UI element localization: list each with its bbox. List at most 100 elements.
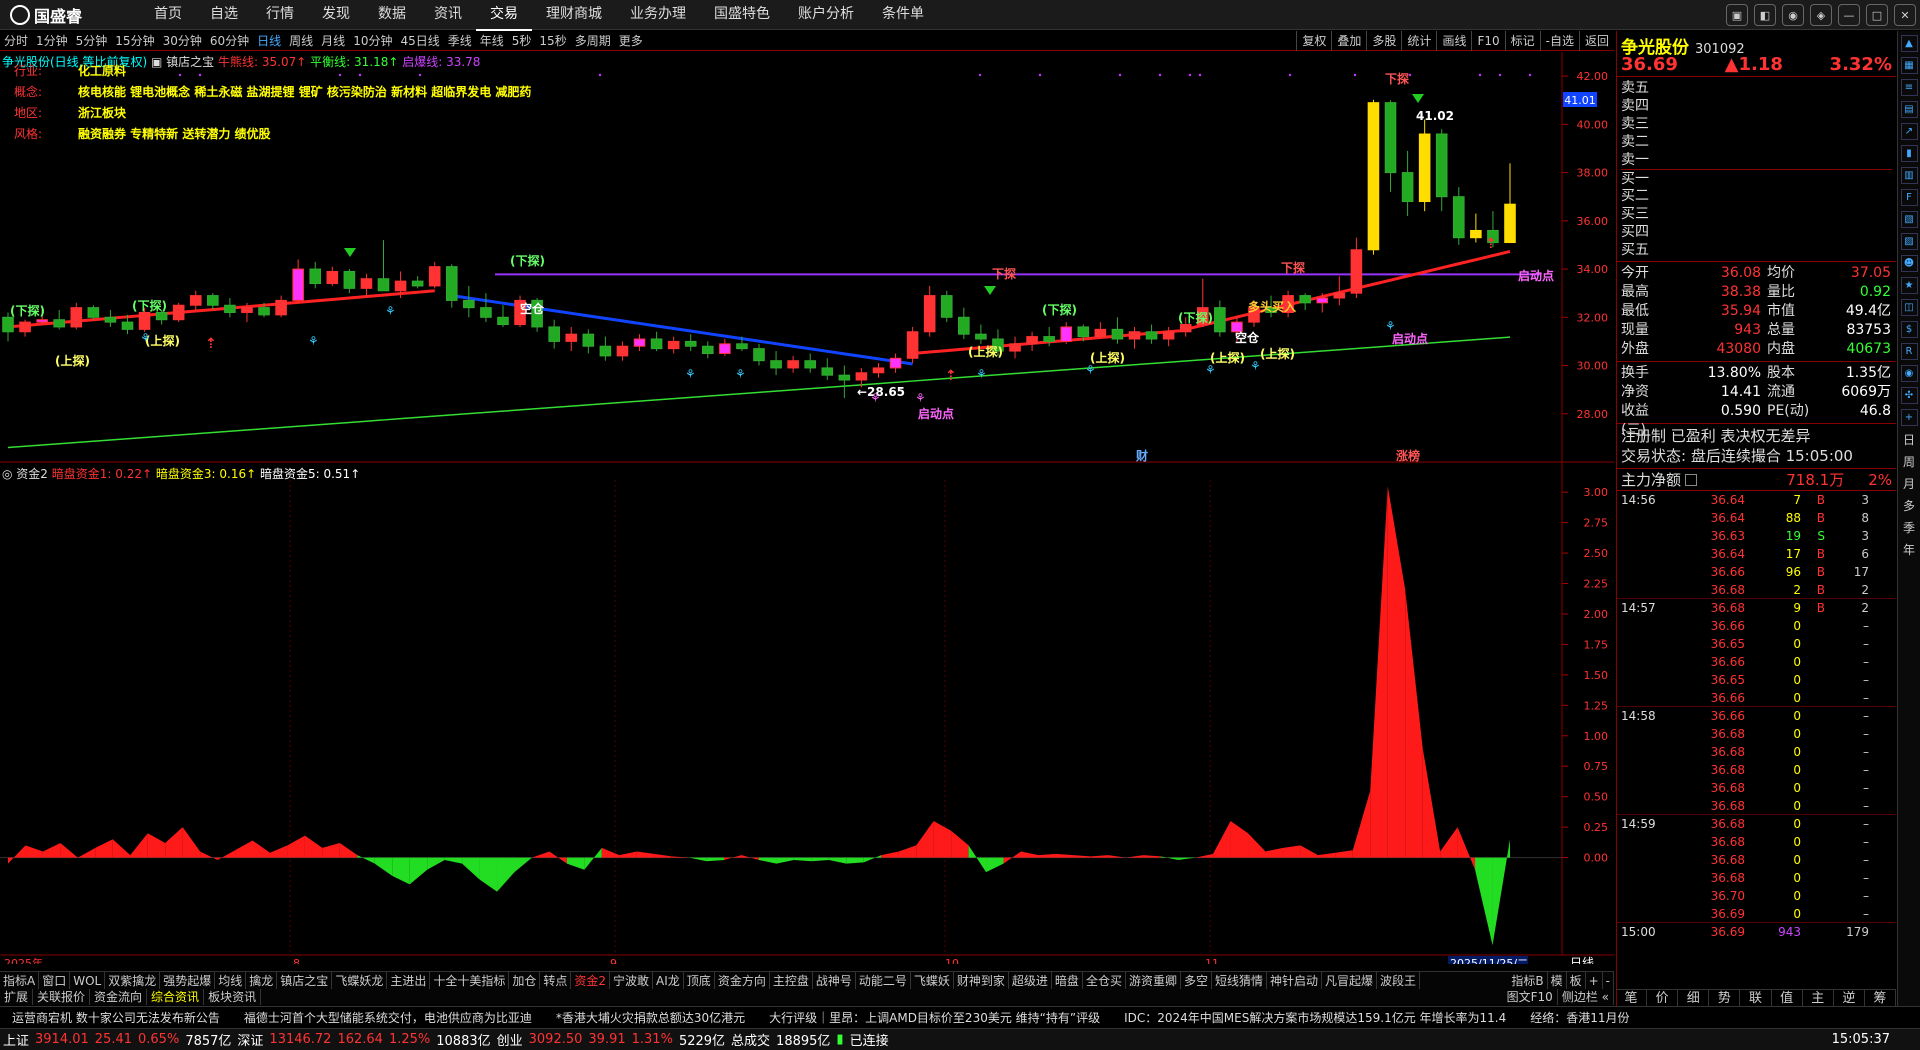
period-10[interactable]: 45日线: [396, 32, 443, 49]
indicator-tab-23[interactable]: 超级进: [1009, 972, 1052, 989]
indicator-tab-5[interactable]: 均线: [215, 972, 247, 989]
indicator-right-1[interactable]: 模: [1548, 972, 1567, 989]
ask-level[interactable]: 卖四: [1621, 97, 1892, 115]
period-8[interactable]: 月线: [317, 32, 349, 49]
ask-level[interactable]: 卖五: [1621, 79, 1892, 97]
indicator-right-4[interactable]: -: [1603, 972, 1614, 989]
indicator-tab-8[interactable]: 飞蝶妖龙: [332, 972, 388, 989]
indicator-tab-19[interactable]: 战神号: [813, 972, 856, 989]
indicator-right-2[interactable]: 板: [1567, 972, 1586, 989]
quote-tab-1[interactable]: 价: [1647, 990, 1679, 1006]
menu-item-8[interactable]: 业务办理: [616, 0, 700, 31]
bottom-tab-0[interactable]: 扩展: [0, 989, 34, 1005]
quote-tab-7[interactable]: 逆: [1834, 990, 1865, 1006]
news-item[interactable]: 运营商宕机 数十家公司无法发布新公告: [0, 1009, 232, 1026]
news-icon[interactable]: ▧: [1900, 211, 1918, 228]
indicator-tab-28[interactable]: 短线猜情: [1212, 972, 1267, 989]
menu-item-1[interactable]: 自选: [196, 0, 252, 31]
rsi-icon[interactable]: R: [1900, 343, 1918, 360]
sh-index-name[interactable]: 上证: [0, 1030, 32, 1049]
grid-icon[interactable]: ▦: [1900, 57, 1918, 74]
indicator-tab-29[interactable]: 神针启动: [1267, 972, 1323, 989]
quote-tab-0[interactable]: 笔: [1616, 990, 1648, 1006]
menu-item-3[interactable]: 发现: [308, 0, 364, 31]
chart-tool-5[interactable]: F10: [1471, 31, 1504, 51]
menu-item-2[interactable]: 行情: [252, 0, 308, 31]
indicator-tab-31[interactable]: 波段王: [1377, 972, 1421, 989]
main-flow-toggle-icon[interactable]: [1685, 473, 1698, 486]
indicator-tab-17[interactable]: 资金方向: [715, 972, 770, 989]
quote-tab-8[interactable]: 筹: [1865, 990, 1896, 1006]
period-12[interactable]: 年线: [476, 32, 508, 49]
menu-item-11[interactable]: 条件单: [868, 0, 938, 31]
layers-icon[interactable]: ◈: [1810, 4, 1832, 26]
indicator-tab-14[interactable]: 宁波敢: [610, 972, 654, 989]
indicator-tab-18[interactable]: 主控盘: [770, 972, 813, 989]
period-shortcut-0[interactable]: 日: [1901, 431, 1918, 448]
chart-tool-7[interactable]: -自选: [1539, 31, 1579, 51]
move-icon[interactable]: ✣: [1900, 387, 1918, 404]
maximize-icon[interactable]: □: [1866, 4, 1888, 26]
menu-item-5[interactable]: 资讯: [420, 0, 476, 31]
menu-item-6[interactable]: 交易: [476, 0, 532, 31]
indicator-tab-7[interactable]: 镇店之宝: [277, 972, 333, 989]
indicator-tab-12[interactable]: 转点: [540, 972, 572, 989]
minimize-icon[interactable]: —: [1838, 4, 1860, 26]
menu-item-10[interactable]: 账户分析: [784, 0, 868, 31]
indicator-tab-11[interactable]: 加仓: [509, 972, 541, 989]
ask-level[interactable]: 卖一: [1621, 151, 1892, 169]
bottom-right-tab-0[interactable]: 图文F10: [1503, 989, 1558, 1005]
period-11[interactable]: 季线: [444, 32, 476, 49]
period-4[interactable]: 30分钟: [159, 32, 206, 49]
indicator-tab-20[interactable]: 动能二号: [856, 972, 911, 989]
indicator-tab-2[interactable]: WOL: [70, 972, 106, 989]
chat-icon[interactable]: ◧: [1754, 4, 1776, 26]
period-2[interactable]: 5分钟: [72, 32, 112, 49]
menu-item-7[interactable]: 理财商城: [532, 0, 616, 31]
indicator-right-0[interactable]: 指标B: [1508, 972, 1548, 989]
menu-item-9[interactable]: 国盛特色: [700, 0, 784, 31]
period-9[interactable]: 10分钟: [349, 32, 396, 49]
indicator-tab-10[interactable]: 十全十美指标: [430, 972, 510, 989]
bottom-tab-4[interactable]: 板块资讯: [204, 989, 262, 1005]
user-icon[interactable]: ◉: [1782, 4, 1804, 26]
period-shortcut-5[interactable]: 年: [1901, 541, 1918, 558]
doc-icon[interactable]: ▥: [1900, 167, 1918, 184]
indicator-tab-22[interactable]: 财神到家: [954, 972, 1009, 989]
indicator-tab-13[interactable]: 资金2: [571, 972, 611, 989]
star-icon[interactable]: ★: [1900, 277, 1918, 294]
quote-tab-4[interactable]: 联: [1740, 990, 1772, 1006]
quote-tab-2[interactable]: 细: [1678, 990, 1710, 1006]
indicator-tab-26[interactable]: 游资重卿: [1126, 972, 1181, 989]
chart-tool-6[interactable]: 标记: [1504, 31, 1540, 51]
money-icon[interactable]: $: [1900, 321, 1918, 338]
chart-tool-4[interactable]: 画线: [1436, 31, 1471, 51]
xaxis-period-label[interactable]: 日线: [1570, 956, 1594, 964]
period-6[interactable]: 日线: [253, 32, 285, 49]
indicator-tab-9[interactable]: 主进出: [387, 972, 431, 989]
tick-list[interactable]: 14:56 36.64 7 B 3 36.64 88 B 8 36.63 19 S 3 36.64 17 B 6…: [1617, 491, 1896, 941]
bid-level[interactable]: 买一: [1621, 169, 1892, 187]
news-item[interactable]: 经络：香港11月份: [1518, 1009, 1641, 1026]
period-7[interactable]: 周线: [285, 32, 317, 49]
period-shortcut-2[interactable]: 月: [1901, 475, 1918, 492]
eye-icon[interactable]: ◉: [1900, 365, 1918, 382]
chart-tool-3[interactable]: 统计: [1401, 31, 1436, 51]
bid-level[interactable]: 买四: [1621, 223, 1892, 241]
arrow-up-icon[interactable]: ▲: [1900, 35, 1918, 52]
bottom-tab-2[interactable]: 资金流向: [90, 989, 148, 1005]
bid-level[interactable]: 买五: [1621, 241, 1892, 259]
bid-level[interactable]: 买二: [1621, 187, 1892, 205]
rank-icon[interactable]: ◫: [1900, 299, 1918, 316]
indicator-tab-16[interactable]: 顶底: [684, 972, 715, 989]
indicator-tab-4[interactable]: 强势起爆: [160, 972, 216, 989]
app-logo[interactable]: 国盛睿: [0, 3, 140, 27]
period-16[interactable]: 更多: [615, 32, 647, 49]
period-5[interactable]: 60分钟: [206, 32, 253, 49]
chart-tool-2[interactable]: 多股: [1366, 31, 1401, 51]
quote-tab-6[interactable]: 主: [1803, 990, 1834, 1006]
indicator-tab-15[interactable]: AI龙: [653, 972, 684, 989]
news-item[interactable]: *香港大埔火灾捐款总额达30亿港元: [544, 1009, 757, 1026]
period-shortcut-1[interactable]: 周: [1901, 453, 1918, 470]
news-item[interactable]: 福德士河首个大型储能系统交付，电池供应商为比亚迪: [232, 1009, 544, 1026]
